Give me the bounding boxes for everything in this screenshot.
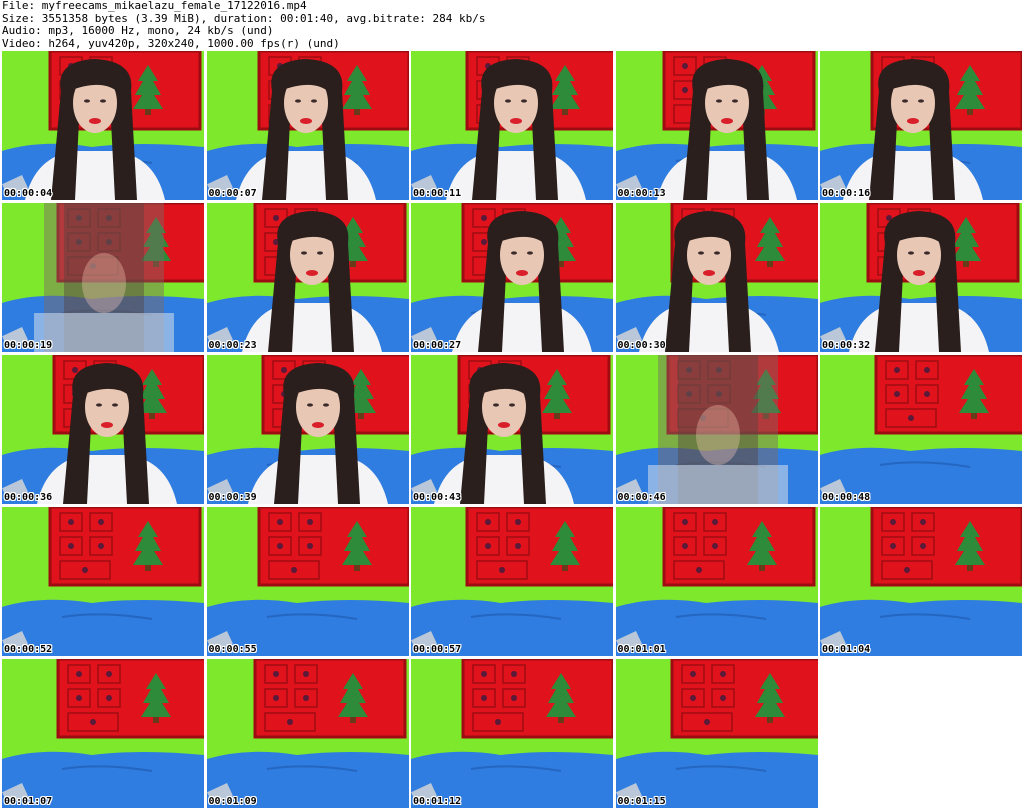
audio-info-line: Audio: mp3, 16000 Hz, mono, 24 kb/s (und… (2, 24, 274, 37)
thumbnail-frame-image (615, 355, 818, 504)
thumbnail-frame-image (820, 51, 1022, 200)
video-thumbnail: 00:00:43 (411, 355, 613, 504)
thumbnail-frame-image (2, 203, 204, 352)
advent-calendar-board (257, 507, 409, 587)
video-thumbnail: 00:00:04 (2, 51, 204, 200)
video-thumbnail: 00:01:01 (615, 507, 818, 656)
video-thumbnail: 00:00:16 (820, 51, 1022, 200)
thumbnail-timestamp: 00:00:11 (413, 188, 462, 199)
video-thumbnail: 00:00:30 (615, 203, 818, 352)
thumbnail-timestamp: 00:00:55 (208, 644, 257, 655)
thumbnail-frame-image (411, 203, 613, 352)
advent-calendar-board (56, 659, 204, 739)
thumbnail-timestamp: 00:00:48 (822, 492, 871, 503)
thumbnail-timestamp: 00:00:30 (617, 340, 666, 351)
thumbnail-frame-image (411, 659, 613, 808)
video-thumbnail: 00:01:07 (2, 659, 204, 808)
thumbnail-timestamp: 00:01:01 (617, 644, 666, 655)
video-thumbnail: 00:01:04 (820, 507, 1022, 656)
thumbnail-timestamp: 00:00:36 (4, 492, 53, 503)
person-blurred (34, 203, 174, 352)
thumbnail-timestamp: 00:00:27 (413, 340, 462, 351)
thumbnail-timestamp: 00:00:52 (4, 644, 53, 655)
video-thumbnail: 00:00:27 (411, 203, 613, 352)
thumbnail-frame-image (2, 507, 204, 656)
thumbnail-timestamp: 00:00:43 (413, 492, 462, 503)
thumbnail-frame-image (411, 355, 613, 504)
thumbnail-timestamp: 00:00:39 (208, 492, 257, 503)
video-info-line: Video: h264, yuv420p, 320x240, 1000.00 f… (2, 36, 340, 50)
advent-calendar-board (662, 507, 815, 587)
thumbnail-timestamp: 00:00:32 (822, 340, 871, 351)
video-thumbnail: 00:01:09 (206, 659, 409, 808)
thumbnail-frame-image (820, 203, 1022, 352)
video-thumbnail: 00:00:52 (2, 507, 204, 656)
advent-calendar-board (874, 355, 1022, 435)
video-thumbnail: 00:00:57 (411, 507, 613, 656)
video-thumbnail: 00:00:19 (2, 203, 204, 352)
thumbnail-frame-image (411, 507, 613, 656)
advent-calendar-board (253, 659, 406, 739)
thumbnail-timestamp: 00:00:13 (617, 188, 666, 199)
video-thumbnail: 00:00:48 (820, 355, 1022, 504)
advent-calendar-board (48, 507, 202, 587)
thumbnail-timestamp: 00:01:07 (4, 796, 53, 807)
video-thumbnail: 00:01:15 (615, 659, 818, 808)
thumbnail-timestamp: 00:00:16 (822, 188, 871, 199)
video-thumbnail: 00:00:46 (615, 355, 818, 504)
thumbnail-frame-image (615, 203, 818, 352)
thumbnail-timestamp: 00:00:07 (208, 188, 257, 199)
video-thumbnail: 00:01:12 (411, 659, 613, 808)
thumbnail-timestamp: 00:01:12 (413, 796, 462, 807)
thumbnail-frame-image (206, 659, 409, 808)
thumbnail-frame-image (615, 507, 818, 656)
thumbnail-frame-image (2, 355, 204, 504)
thumbnail-timestamp: 00:01:15 (617, 796, 666, 807)
thumbnail-timestamp: 00:00:04 (4, 188, 53, 199)
video-thumbnail: 00:00:13 (615, 51, 818, 200)
thumbnail-timestamp: 00:00:46 (617, 492, 666, 503)
file-info-header: File: myfreecams_mikaelazu_female_171220… (2, 0, 1022, 50)
thumbnail-frame-image (206, 51, 409, 200)
thumbnail-frame-image (2, 659, 204, 808)
video-thumbnail: 00:00:39 (206, 355, 409, 504)
video-thumbnail: 00:00:11 (411, 51, 613, 200)
video-thumbnail: 00:00:07 (206, 51, 409, 200)
thumbnail-frame-image (820, 507, 1022, 656)
thumbnail-timestamp: 00:00:23 (208, 340, 257, 351)
advent-calendar-board (870, 507, 1022, 587)
thumbnail-frame-image (206, 355, 409, 504)
thumbnail-frame-image (820, 355, 1022, 504)
thumbnail-frame-image (411, 51, 613, 200)
advent-calendar-board (461, 659, 613, 739)
thumbnail-frame-image (206, 507, 409, 656)
thumbnail-timestamp: 00:01:04 (822, 644, 871, 655)
video-thumbnail: 00:00:32 (820, 203, 1022, 352)
advent-calendar-board (670, 659, 818, 739)
thumbnail-timestamp: 00:00:19 (4, 340, 53, 351)
video-thumbnail: 00:00:55 (206, 507, 409, 656)
thumbnail-frame-image (615, 659, 818, 808)
thumbnail-frame-image (615, 51, 818, 200)
thumbnail-frame-image (206, 203, 409, 352)
video-thumbnail: 00:00:23 (206, 203, 409, 352)
thumbnail-timestamp: 00:01:09 (208, 796, 257, 807)
video-thumbnail: 00:00:36 (2, 355, 204, 504)
thumbnail-timestamp: 00:00:57 (413, 644, 462, 655)
thumbnail-frame-image (2, 51, 204, 200)
thumbnail-grid: 00:00:04 00:00:07 00:00:11 00:00:13 00:00:16… (2, 51, 1022, 811)
file-name-line: File: myfreecams_mikaelazu_female_171220… (2, 0, 307, 12)
person-blurred (647, 355, 788, 504)
advent-calendar-board (465, 507, 613, 587)
